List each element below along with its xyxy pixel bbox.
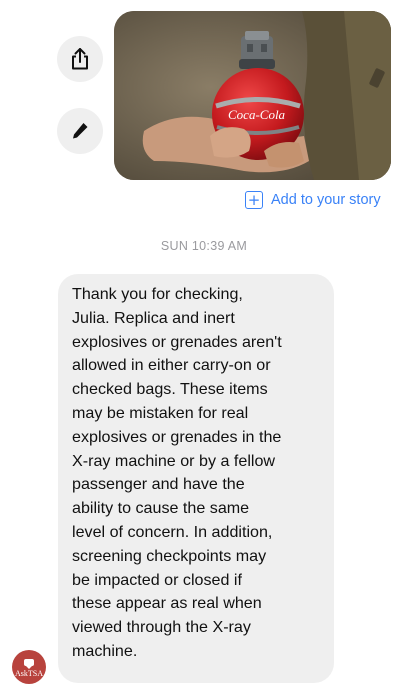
dm-conversation-screen: Coca-Cola + Add to your story SUN 10:39 … (0, 0, 408, 700)
edit-button[interactable] (57, 108, 103, 154)
add-square-icon: + (245, 191, 263, 209)
chat-bubble-icon (24, 658, 34, 669)
pencil-icon (73, 123, 88, 139)
sender-avatar[interactable]: AskTSA (12, 650, 46, 684)
avatar-label: AskTSA (14, 668, 43, 678)
add-to-story-button[interactable]: + Add to your story (245, 189, 381, 211)
photo-image: Coca-Cola (114, 11, 391, 180)
share-icon (72, 48, 88, 70)
add-to-story-label: Add to your story (271, 192, 381, 208)
message-timestamp: SUN 10:39 AM (160, 239, 248, 253)
bottle-label: Coca-Cola (228, 107, 286, 122)
share-button[interactable] (57, 36, 103, 82)
message-bubble[interactable]: Thank you for checking, Julia. Replica a… (58, 274, 334, 683)
shared-photo[interactable]: Coca-Cola (114, 11, 391, 180)
message-text: Thank you for checking, Julia. Replica a… (72, 285, 282, 660)
